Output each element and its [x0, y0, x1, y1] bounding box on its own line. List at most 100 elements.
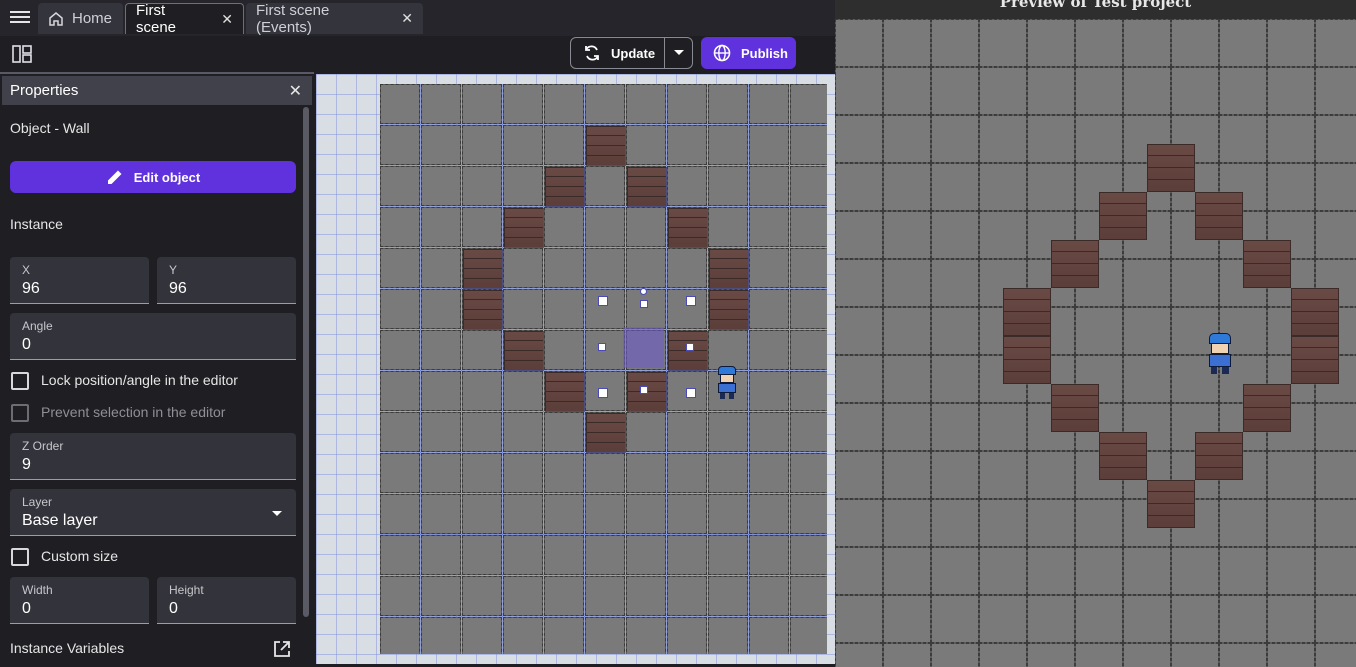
selected-wall-highlight[interactable]: [623, 327, 664, 368]
floor-tile: [1075, 499, 1123, 547]
width-field[interactable]: Width 0: [10, 577, 149, 624]
update-button[interactable]: Update: [570, 37, 693, 69]
resize-handle[interactable]: [686, 388, 696, 398]
floor-tile: [708, 207, 748, 247]
editor-canvas[interactable]: [316, 74, 835, 664]
wall-tile[interactable]: [668, 331, 708, 371]
custom-size-checkbox[interactable]: [11, 548, 29, 566]
prevent-selection-checkbox[interactable]: [11, 404, 29, 422]
floor-tile: [1315, 19, 1356, 67]
custom-size-label: Custom size: [41, 548, 119, 564]
grid-line: [380, 370, 827, 371]
floor-tile: [1219, 67, 1267, 115]
floor-tile: [380, 166, 420, 206]
publish-button[interactable]: Publish: [701, 37, 796, 69]
wall-tile[interactable]: [504, 331, 544, 371]
y-field[interactable]: Y 96: [157, 257, 296, 304]
floor-tile: [931, 547, 979, 595]
x-field[interactable]: X 96: [10, 257, 149, 304]
wall-tile[interactable]: [586, 126, 626, 166]
close-icon[interactable]: ✕: [401, 10, 413, 27]
floor-tile: [1267, 643, 1315, 667]
wall-tile: [1147, 144, 1195, 192]
zorder-label: Z Order: [22, 439, 64, 453]
floor-tile: [380, 125, 420, 165]
floor-tile: [626, 248, 666, 288]
floor-tile: [1027, 499, 1075, 547]
preview-canvas[interactable]: [835, 19, 1356, 667]
floor-tile: [708, 617, 748, 654]
edit-object-button[interactable]: Edit object: [10, 161, 296, 193]
hamburger-menu-icon[interactable]: [8, 8, 32, 28]
panels-layout-icon[interactable]: [12, 45, 32, 63]
floor-tile: [1123, 19, 1171, 67]
update-dropdown-button[interactable]: [665, 49, 692, 57]
wall-tile[interactable]: [463, 290, 503, 330]
scene-editor[interactable]: [314, 72, 835, 667]
panel-scrollbar[interactable]: [303, 107, 309, 617]
resize-handle[interactable]: [686, 343, 694, 351]
player-character[interactable]: [712, 366, 740, 400]
wall-tile[interactable]: [586, 413, 626, 453]
floor-tile: [585, 248, 625, 288]
width-value[interactable]: 0: [22, 600, 31, 618]
wall-tile[interactable]: [627, 167, 667, 207]
wall-tile[interactable]: [463, 249, 503, 289]
tab-home[interactable]: Home: [38, 3, 123, 34]
floor-tile: [749, 453, 789, 493]
wall-tile[interactable]: [545, 372, 585, 412]
resize-handle[interactable]: [598, 388, 608, 398]
resize-handle[interactable]: [598, 343, 606, 351]
tab-first-scene[interactable]: First scene ✕: [125, 2, 244, 36]
floor-tile: [1315, 547, 1356, 595]
floor-tile: [835, 643, 883, 667]
floor-tile: [790, 330, 827, 370]
floor-tile: [835, 19, 883, 67]
close-icon[interactable]: ✕: [221, 11, 233, 28]
lock-position-checkbox[interactable]: [11, 372, 29, 390]
floor-tile: [667, 289, 707, 329]
wall-tile[interactable]: [668, 208, 708, 248]
wall-tile: [1243, 384, 1291, 432]
resize-handle[interactable]: [640, 386, 648, 394]
floor-tile: [544, 207, 584, 247]
floor-tile: [1171, 595, 1219, 643]
layer-select[interactable]: Layer Base layer: [10, 489, 296, 536]
grid-line: [380, 616, 827, 617]
height-field[interactable]: Height 0: [157, 577, 296, 624]
floor-tile: [708, 166, 748, 206]
scene-canvas[interactable]: [380, 84, 827, 654]
wall-tile[interactable]: [504, 208, 544, 248]
resize-handle[interactable]: [686, 296, 696, 306]
floor-tile: [544, 330, 584, 370]
player-character[interactable]: [1201, 333, 1236, 376]
open-external-icon[interactable]: [272, 639, 292, 659]
floor-tile: [544, 494, 584, 534]
tab-first-scene-events[interactable]: First scene (Events) ✕: [246, 1, 423, 36]
tab-events-label: First scene (Events): [256, 1, 330, 36]
y-value[interactable]: 96: [169, 280, 187, 298]
floor-tile: [931, 403, 979, 451]
close-icon[interactable]: ✕: [289, 81, 302, 101]
floor-tile: [462, 576, 502, 616]
zorder-value[interactable]: 9: [22, 456, 31, 474]
resize-handle[interactable]: [598, 296, 608, 306]
floor-tile: [835, 211, 883, 259]
angle-field[interactable]: Angle 0: [10, 313, 296, 360]
resize-handle[interactable]: [640, 300, 648, 308]
wall-tile: [1147, 480, 1195, 528]
wall-tile[interactable]: [545, 167, 585, 207]
grid-line: [380, 493, 827, 494]
wall-tile[interactable]: [709, 290, 749, 330]
floor-tile: [979, 67, 1027, 115]
floor-tile: [544, 453, 584, 493]
x-value[interactable]: 96: [22, 280, 40, 298]
update-button-main[interactable]: Update: [571, 38, 665, 68]
angle-value[interactable]: 0: [22, 336, 31, 354]
height-value[interactable]: 0: [169, 600, 178, 618]
floor-tile: [835, 451, 883, 499]
rotate-handle[interactable]: [640, 288, 647, 295]
floor-tile: [1027, 595, 1075, 643]
wall-tile[interactable]: [709, 249, 749, 289]
zorder-field[interactable]: Z Order 9: [10, 433, 296, 480]
